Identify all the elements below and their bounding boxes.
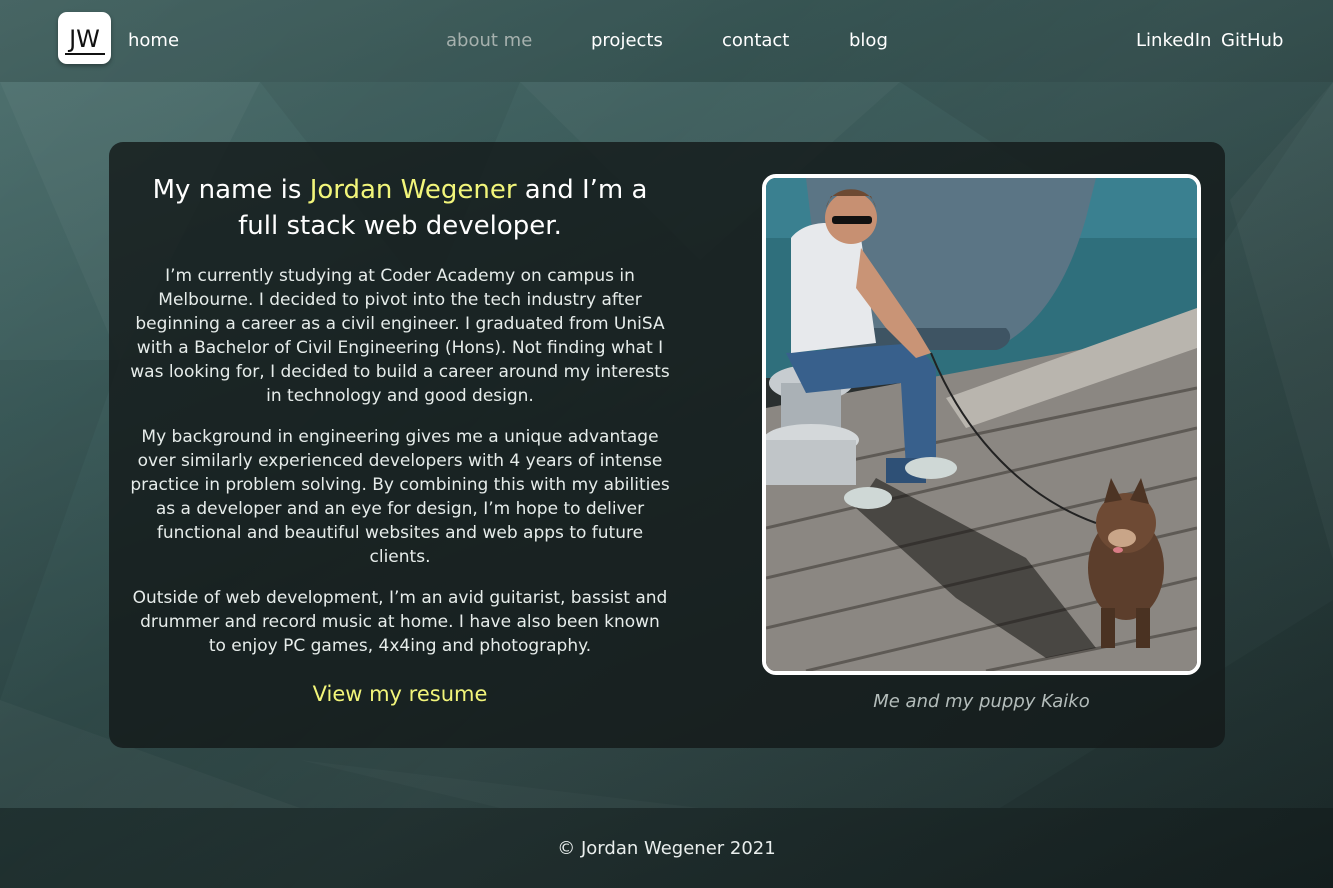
nav-home[interactable]: home bbox=[128, 30, 179, 51]
heading-prefix: My name is bbox=[152, 175, 310, 205]
nav-contact[interactable]: contact bbox=[722, 30, 789, 51]
profile-photo bbox=[762, 174, 1201, 675]
nav-projects[interactable]: projects bbox=[591, 30, 663, 51]
about-paragraph-3: Outside of web development, I’m an avid … bbox=[132, 588, 668, 656]
photo-caption: Me and my puppy Kaiko bbox=[873, 691, 1090, 712]
nav-linkedin[interactable]: LinkedIn bbox=[1136, 30, 1211, 51]
navbar: JW home about me projects contact blog L… bbox=[0, 0, 1333, 82]
logo-text: JW bbox=[69, 25, 100, 53]
nav-blog[interactable]: blog bbox=[849, 30, 888, 51]
footer-copyright: © Jordan Wegener 2021 bbox=[557, 838, 776, 859]
footer: © Jordan Wegener 2021 bbox=[0, 808, 1333, 888]
heading-name: Jordan Wegener bbox=[309, 175, 517, 205]
about-card: My name is Jordan Wegener and I’m a full… bbox=[109, 142, 1225, 748]
logo[interactable]: JW bbox=[58, 12, 111, 64]
nav-about-me[interactable]: about me bbox=[446, 30, 532, 51]
nav-github[interactable]: GitHub bbox=[1221, 30, 1283, 51]
resume-link[interactable]: View my resume bbox=[133, 682, 667, 706]
about-paragraph-2: My background in engineering gives me a … bbox=[130, 427, 670, 567]
about-paragraph-1: I’m currently studying at Coder Academy … bbox=[130, 266, 670, 406]
about-heading: My name is Jordan Wegener and I’m a full… bbox=[133, 172, 667, 244]
logo-underline bbox=[65, 53, 105, 55]
photo-illustration bbox=[766, 178, 1197, 671]
